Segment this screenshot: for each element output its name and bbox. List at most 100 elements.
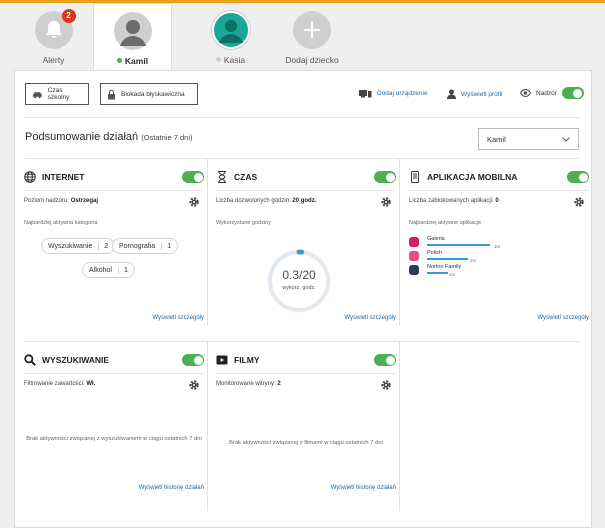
time-card: CZAS Liczba dozwolonych godzin: 20 godz.… — [216, 170, 396, 330]
allowed-hours: Liczba dozwolonych godzin: 20 godz. — [216, 198, 317, 204]
app-usage-bar — [427, 272, 448, 274]
status-dot — [215, 57, 221, 62]
divider — [24, 190, 204, 191]
child-tabs: 2 Alerty Kamil Kasia Dodaj dziecko — [14, 3, 592, 70]
app-usage-time: 1m — [449, 272, 456, 277]
avatar — [211, 11, 250, 49]
tab-kasia[interactable]: Kasia — [191, 3, 270, 70]
card-title: APLIKACJA MOBILNA — [427, 172, 518, 182]
app-row: Norton Family 1m — [409, 264, 589, 278]
tab-alerts[interactable]: 2 Alerty — [14, 3, 93, 70]
alert-count-badge: 2 — [61, 9, 76, 23]
supervision-control: Nadzór — [520, 87, 584, 99]
view-details-link[interactable]: Wyświetl szczegóły — [537, 315, 589, 321]
view-history-link[interactable]: Wyświetl historię działań — [139, 485, 204, 491]
school-time-button[interactable]: Czas szkolny — [25, 83, 89, 105]
used-hours-unit: wykorz. godz. — [282, 285, 316, 291]
app-usage-time: 3m — [494, 244, 501, 249]
main-panel: Czas szkolny Blokada błyskawiczna Dodaj … — [14, 70, 592, 528]
app-name: Polish — [427, 250, 442, 256]
divider — [25, 117, 579, 118]
top-apps-label: Najbardziej aktywne aplikacje — [409, 220, 482, 226]
card-title: FILMY — [234, 355, 260, 365]
card-header: INTERNET — [24, 170, 204, 184]
empty-activity-message: Brak aktywności związanej z wyszukiwanie… — [26, 436, 202, 442]
category-chip[interactable]: Wyszukiwanie 2 — [41, 238, 116, 254]
page-title: Podsumowanie działań (Ostatnie 7 dni) — [25, 131, 193, 143]
lock-icon — [108, 89, 115, 99]
used-hours-value: 0.3/20 — [282, 268, 316, 282]
hourglass-icon — [218, 171, 226, 183]
devices-icon — [359, 90, 372, 98]
card-header: APLIKACJA MOBILNA — [409, 170, 589, 184]
card-header: CZAS — [216, 170, 396, 184]
eye-icon — [520, 89, 531, 97]
gear-icon[interactable] — [573, 196, 585, 208]
add-device-link[interactable]: Dodaj urządzenie — [359, 89, 428, 98]
car-icon — [32, 91, 42, 98]
instant-lock-button[interactable]: Blokada błyskawiczna — [100, 83, 198, 105]
category-chip[interactable]: Pornografia 1 — [112, 238, 179, 254]
supervision-level: Poziom nadzoru: Ostrzegaj — [24, 198, 99, 204]
app-row: Polish 2m — [409, 250, 589, 264]
divider — [399, 158, 400, 326]
app-icon — [409, 237, 419, 247]
internet-card: INTERNET Poziom nadzoru: Ostrzegaj Najba… — [24, 170, 204, 330]
avatar — [113, 12, 152, 50]
mobile-toggle[interactable] — [567, 171, 589, 183]
category-chip[interactable]: Alkohol 1 — [82, 262, 135, 278]
tab-alerts-label: Alerty — [42, 55, 65, 65]
card-title: INTERNET — [42, 172, 85, 182]
divider — [24, 373, 204, 374]
plus-icon — [293, 11, 331, 49]
child-select[interactable]: Kamil — [478, 128, 579, 150]
divider — [409, 190, 589, 191]
time-toggle[interactable] — [374, 171, 396, 183]
supervision-toggle[interactable] — [561, 87, 584, 99]
divider — [207, 158, 208, 326]
divider — [25, 158, 579, 159]
divider — [207, 341, 208, 511]
divider — [216, 190, 396, 191]
view-history-link[interactable]: Wyświetl historię działań — [331, 485, 396, 491]
divider — [216, 373, 396, 374]
user-icon — [447, 89, 456, 99]
videos-card: FILMY Monitorowane witryny: 2 Brak aktyw… — [216, 353, 396, 508]
gear-icon[interactable] — [188, 379, 200, 391]
tab-kasia-label: Kasia — [191, 55, 270, 65]
gear-icon[interactable] — [188, 196, 200, 208]
blocked-apps: Liczba zablokowanych aplikacji: 0 — [409, 198, 499, 204]
app-usage-bar — [427, 258, 468, 260]
monitored-sites: Monitorowane witryny: 2 — [216, 381, 281, 387]
top-category-label: Najbardziej aktywna kategoria — [24, 220, 98, 226]
search-icon — [24, 354, 36, 366]
view-profile-link[interactable]: Wyświetl profil — [447, 89, 502, 99]
search-toggle[interactable] — [182, 354, 204, 366]
phone-icon — [411, 171, 419, 183]
gear-icon[interactable] — [380, 379, 392, 391]
tab-kamil[interactable]: Kamil — [93, 3, 172, 70]
app-icon — [409, 265, 419, 275]
card-title: CZAS — [234, 172, 258, 182]
card-header: WYSZUKIWANIE — [24, 353, 204, 367]
search-card: WYSZUKIWANIE Filtrowanie zawartości: Wł.… — [24, 353, 204, 508]
view-details-link[interactable]: Wyświetl szczegóły — [344, 315, 396, 321]
divider — [399, 341, 400, 511]
app-name: Galeria — [427, 236, 445, 242]
tab-kamil-label: Kamil — [94, 56, 171, 66]
app-row: Galeria 3m — [409, 236, 589, 250]
card-title: WYSZUKIWANIE — [42, 355, 110, 365]
content-filtering: Filtrowanie zawartości: Wł. — [24, 381, 96, 387]
tab-add-child[interactable]: Dodaj dziecko — [270, 3, 354, 70]
view-details-link[interactable]: Wyświetl szczegóły — [152, 315, 204, 321]
card-header: FILMY — [216, 353, 396, 367]
mobile-app-card: APLIKACJA MOBILNA Liczba zablokowanych a… — [409, 170, 589, 330]
chevron-down-icon — [562, 136, 570, 142]
empty-activity-message: Brak aktywności związanej z filmami w ci… — [229, 440, 383, 446]
globe-icon — [24, 171, 36, 183]
app-usage-time: 2m — [470, 258, 477, 263]
videos-toggle[interactable] — [374, 354, 396, 366]
internet-toggle[interactable] — [182, 171, 204, 183]
tab-add-child-label: Dodaj dziecko — [285, 55, 339, 65]
gear-icon[interactable] — [380, 196, 392, 208]
